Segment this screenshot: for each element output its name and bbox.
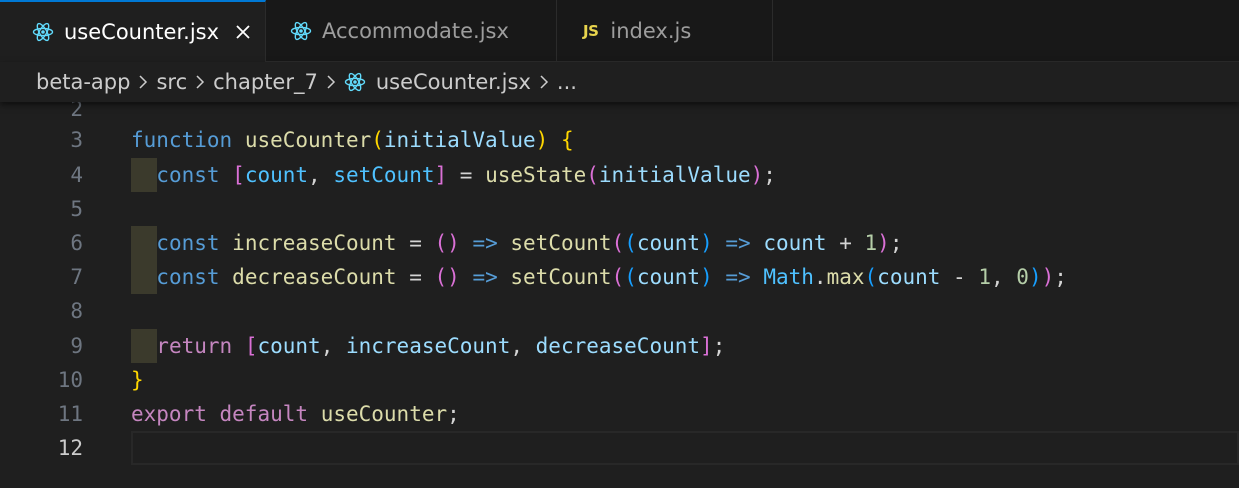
code-text: const increaseCount = () => setCount((co… (156, 231, 903, 255)
chevron-right-icon (322, 72, 340, 92)
line-number: 7 (70, 265, 83, 289)
breadcrumb-item-chapter[interactable]: chapter_7 (213, 70, 318, 94)
tab-usecounter[interactable]: useCounter.jsx (0, 0, 266, 62)
breadcrumb-item-src[interactable]: src (156, 70, 187, 94)
tab-index[interactable]: JS index.js (557, 0, 773, 61)
code-line: 6 const increaseCount = () => setCount((… (0, 226, 1239, 260)
line-number: 10 (57, 368, 83, 392)
chevron-right-icon (191, 72, 209, 92)
line-number: 8 (70, 299, 83, 323)
code-line: 7 const decreaseCount = () => setCount((… (0, 260, 1239, 294)
tab-label: index.js (610, 18, 692, 43)
breadcrumb-item-ellipsis[interactable]: ... (557, 70, 577, 94)
current-line-highlight (131, 431, 1239, 465)
breadcrumb-file-label: useCounter.jsx (375, 70, 531, 94)
code-line: 10 } (0, 363, 1239, 397)
code-line-current: 12 (0, 431, 1239, 465)
react-icon (290, 20, 312, 42)
breadcrumb-item-file[interactable]: useCounter.jsx (344, 70, 531, 94)
code-text: function useCounter(initialValue) { (131, 128, 574, 152)
code-line: 5 (0, 192, 1239, 226)
tab-bar: useCounter.jsx Accommodate.jsx JS index.… (0, 0, 1239, 62)
chevron-right-icon (134, 72, 152, 92)
line-number: 2 (70, 102, 83, 121)
code-text: } (131, 368, 144, 392)
close-icon[interactable] (233, 22, 253, 42)
code-editor[interactable]: 2 3 function useCounter(initialValue) { … (0, 102, 1239, 488)
code-line: 9 return [count, increaseCount, decrease… (0, 329, 1239, 363)
tab-accommodate[interactable]: Accommodate.jsx (266, 0, 557, 61)
code-text: const [count, setCount] = useState(initi… (156, 163, 776, 187)
code-text: return [count, increaseCount, decreaseCo… (156, 334, 726, 358)
breadcrumb-item-beta-app[interactable]: beta-app (36, 70, 130, 94)
tab-label: useCounter.jsx (64, 20, 220, 44)
react-icon (344, 71, 366, 93)
code-line: 8 (0, 294, 1239, 328)
code-text: export default useCounter; (131, 402, 460, 426)
line-number: 11 (57, 402, 83, 426)
tab-label: Accommodate.jsx (322, 18, 509, 43)
code-line: 4 const [count, setCount] = useState(ini… (0, 158, 1239, 192)
line-number: 6 (70, 231, 83, 255)
code-line: 3 function useCounter(initialValue) { (0, 123, 1239, 157)
react-icon (32, 21, 54, 43)
line-number: 3 (70, 128, 83, 152)
line-number: 4 (70, 163, 83, 187)
line-number: 9 (70, 334, 83, 358)
code-line: 11 export default useCounter; (0, 397, 1239, 431)
line-number: 5 (70, 197, 83, 221)
chevron-right-icon (535, 72, 553, 92)
breadcrumb: beta-app src chapter_7 useCounter.jsx ..… (0, 62, 1239, 102)
line-number: 12 (57, 436, 83, 460)
js-icon: JS (583, 21, 599, 40)
code-text: const decreaseCount = () => setCount((co… (156, 265, 1067, 289)
